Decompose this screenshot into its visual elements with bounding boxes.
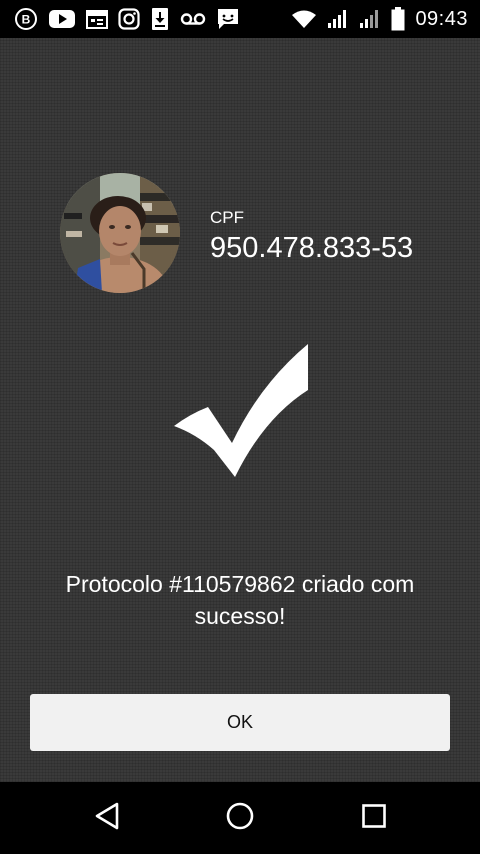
back-icon [93,801,121,836]
system-icons: 09:43 [291,0,468,38]
b-circle-icon: B [14,7,38,31]
calendar-icon [86,8,108,30]
cpf-value: 950.478.833-53 [210,232,414,264]
signal-icon [327,9,349,29]
battery-icon [391,7,405,31]
checkmark-icon [172,340,310,480]
back-button[interactable] [89,800,125,836]
ok-button[interactable]: OK [30,694,450,751]
youtube-icon [48,8,76,30]
home-button[interactable] [222,800,258,836]
cpf-info: CPF 950.478.833-53 [210,208,413,265]
voicemail-icon [180,11,206,27]
avatar [60,173,180,293]
download-icon [150,7,170,31]
home-icon [225,801,255,836]
signal-icon [359,9,381,29]
instagram-icon [118,8,140,30]
recents-icon [361,803,387,834]
clock: 09:43 [415,7,468,30]
navigation-bar [0,782,480,854]
recents-button[interactable] [356,800,392,836]
wifi-icon [291,9,317,29]
message-icon [216,7,240,31]
success-message: Protocolo #110579862 criado com sucesso! [65,571,415,629]
svg-text:B: B [22,13,31,27]
protocol-confirmation: CPF 950.478.833-53 Protocolo #110579862 … [0,38,480,782]
status-bar: B 09:43 [0,0,480,38]
cpf-label: CPF [210,208,244,227]
notification-icons: B [14,0,240,38]
